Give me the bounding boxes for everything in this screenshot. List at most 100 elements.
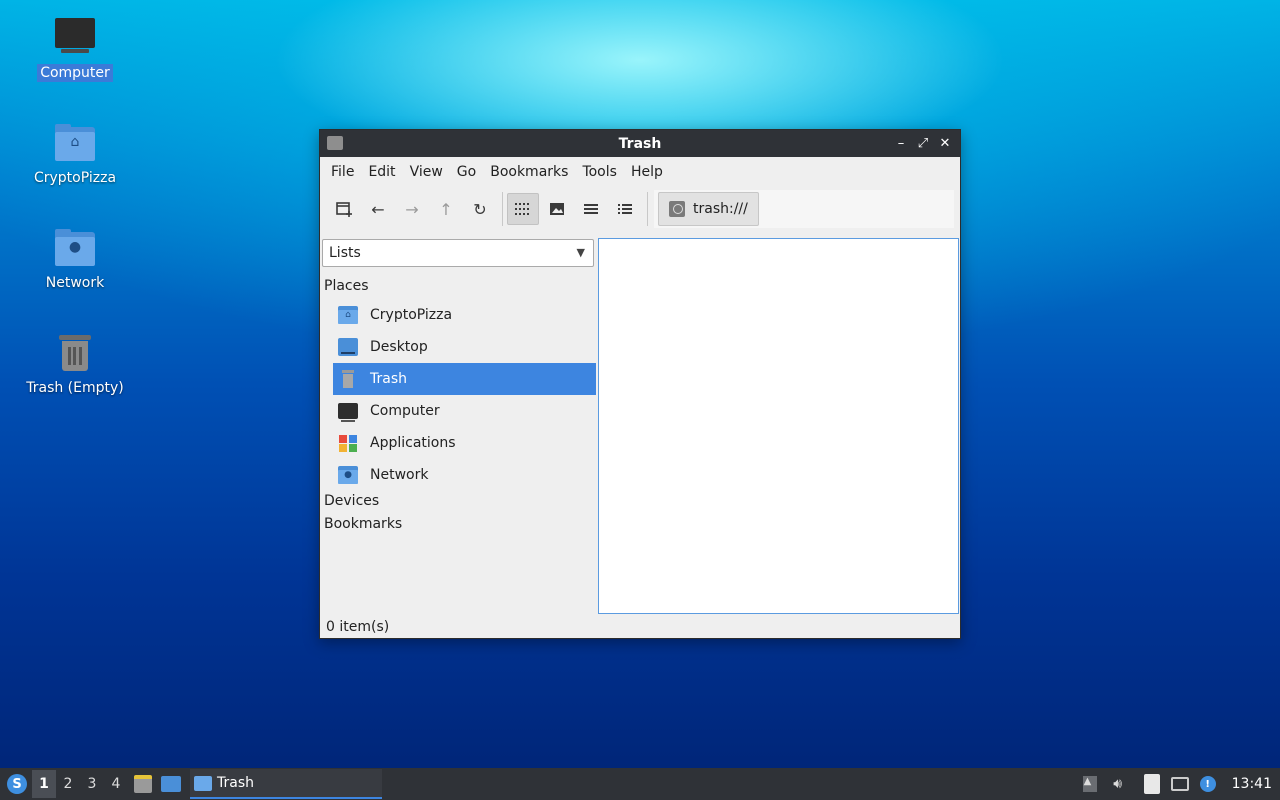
minimize-button[interactable]: – (890, 133, 912, 153)
sidebar-item-label: CryptoPizza (370, 307, 453, 323)
reload-icon: ↻ (473, 199, 487, 219)
window-titlebar[interactable]: Trash – ⤢ ✕ (320, 130, 960, 157)
launcher-file-manager[interactable] (130, 771, 156, 797)
desktop-icon-computer[interactable]: Computer (20, 16, 130, 82)
close-button[interactable]: ✕ (934, 133, 956, 153)
clipboard-button[interactable] (1140, 772, 1164, 796)
update-notifier-button[interactable]: ! (1196, 772, 1220, 796)
path-label: trash:/// (693, 201, 748, 217)
menu-go[interactable]: Go (450, 164, 483, 180)
start-menu-button[interactable]: S (2, 769, 32, 799)
launcher-show-desktop[interactable] (158, 771, 184, 797)
devices-header[interactable]: Devices (324, 493, 379, 509)
path-bar: trash:/// (654, 190, 954, 228)
sidebar-item-label: Desktop (370, 339, 428, 355)
sidebar-item-computer[interactable]: Computer (333, 395, 596, 427)
sidebar-item-applications[interactable]: Applications (333, 427, 596, 459)
computer-icon (338, 403, 358, 422)
window-controls: – ⤢ ✕ (890, 133, 956, 153)
window-title: Trash (618, 135, 662, 152)
home-folder-icon: ⌂ (53, 121, 97, 165)
desktop-icon-cryptopizza[interactable]: ⌂ CryptoPizza (20, 121, 130, 187)
icon-view-icon (515, 203, 529, 215)
workspace-3[interactable]: 3 (80, 770, 104, 798)
clipboard-icon (1143, 774, 1160, 794)
reload-button[interactable]: ↻ (464, 193, 496, 225)
toolbar-separator (647, 192, 648, 226)
sidebar-item-label: Computer (370, 403, 440, 419)
drive-icon (669, 201, 685, 217)
taskbar: S 1 2 3 4 Trash 🔊︎ ! 13:41 (0, 768, 1280, 800)
menu-help[interactable]: Help (624, 164, 670, 180)
menu-tools[interactable]: Tools (575, 164, 624, 180)
system-tray: 🔊︎ ! 13:41 (1076, 768, 1280, 800)
clock[interactable]: 13:41 (1232, 776, 1272, 792)
file-manager-icon (134, 775, 152, 793)
network-button[interactable] (1168, 772, 1192, 796)
up-button[interactable]: ↑ (430, 193, 462, 225)
workspace-4[interactable]: 4 (104, 770, 128, 798)
lubuntu-logo-icon: S (7, 774, 27, 794)
workspace-2[interactable]: 2 (56, 770, 80, 798)
new-tab-button[interactable] (328, 193, 360, 225)
forward-icon: → (405, 199, 419, 219)
file-manager-window: Trash – ⤢ ✕ File Edit View Go Bookmarks … (319, 129, 961, 639)
folder-icon (327, 136, 343, 150)
sidebar-item-cryptopizza[interactable]: ⌂ CryptoPizza (333, 299, 596, 331)
new-tab-icon (336, 202, 352, 217)
chevron-down-icon: ▼ (576, 246, 585, 259)
applications-icon (338, 434, 358, 452)
trash-icon (338, 370, 358, 388)
up-icon: ↑ (439, 199, 453, 219)
toolbar-separator (502, 192, 503, 226)
maximize-button[interactable]: ⤢ (912, 133, 934, 153)
desktop-icon-label: CryptoPizza (33, 170, 117, 186)
workspace-1[interactable]: 1 (32, 770, 56, 798)
sidebar-item-label: Applications (370, 435, 456, 451)
desktop-icon-label: Computer (37, 64, 113, 82)
icon-view-button[interactable] (507, 193, 539, 225)
show-desktop-icon (161, 776, 181, 792)
compact-view-icon (584, 204, 598, 214)
back-icon: ← (371, 199, 385, 219)
desktop-icon-network[interactable]: ● Network (20, 226, 130, 292)
network-folder-icon: ● (53, 226, 97, 270)
menu-bookmarks[interactable]: Bookmarks (483, 164, 575, 180)
eject-button[interactable] (1078, 772, 1102, 796)
sidebar-item-trash[interactable]: Trash (333, 363, 596, 395)
back-button[interactable]: ← (362, 193, 394, 225)
places-header[interactable]: Places (324, 278, 369, 294)
side-pane-mode-value: Lists (329, 245, 361, 261)
task-button-trash[interactable]: Trash (190, 769, 382, 799)
bookmarks-header[interactable]: Bookmarks (324, 516, 402, 532)
menu-view[interactable]: View (403, 164, 450, 180)
menubar: File Edit View Go Bookmarks Tools Help (320, 157, 960, 187)
path-button-trash[interactable]: trash:/// (658, 192, 759, 226)
volume-button[interactable]: 🔊︎ (1106, 772, 1130, 796)
sidebar-item-network[interactable]: ● Network (333, 459, 596, 491)
thumbnail-view-button[interactable] (541, 193, 573, 225)
window-body: Lists ▼ Places ⌂ CryptoPizza Desktop Tra… (320, 237, 960, 615)
toolbar: ← → ↑ ↻ trash:/// (320, 187, 960, 231)
sidebar-item-desktop[interactable]: Desktop (333, 331, 596, 363)
forward-button[interactable]: → (396, 193, 428, 225)
menu-file[interactable]: File (324, 164, 361, 180)
task-label: Trash (217, 775, 254, 791)
trash-icon (53, 331, 97, 375)
sidebar-item-label: Network (370, 467, 429, 483)
menu-edit[interactable]: Edit (361, 164, 402, 180)
desktop-icon-trash[interactable]: Trash (Empty) (20, 331, 130, 397)
volume-icon: 🔊︎ (1113, 776, 1123, 792)
compact-view-button[interactable] (575, 193, 607, 225)
sidebar-item-label: Trash (370, 371, 407, 387)
folder-view[interactable] (598, 238, 959, 614)
desktop-icon-label: Network (45, 275, 105, 291)
thumbnail-view-icon (550, 203, 564, 215)
desktop-icon-label: Trash (Empty) (26, 380, 124, 396)
network-folder-icon: ● (338, 466, 358, 484)
folder-icon (194, 775, 212, 791)
detailed-view-button[interactable] (609, 193, 641, 225)
update-notifier-icon: ! (1199, 776, 1216, 792)
network-icon (1170, 777, 1189, 791)
side-pane-mode-select[interactable]: Lists ▼ (322, 239, 594, 267)
